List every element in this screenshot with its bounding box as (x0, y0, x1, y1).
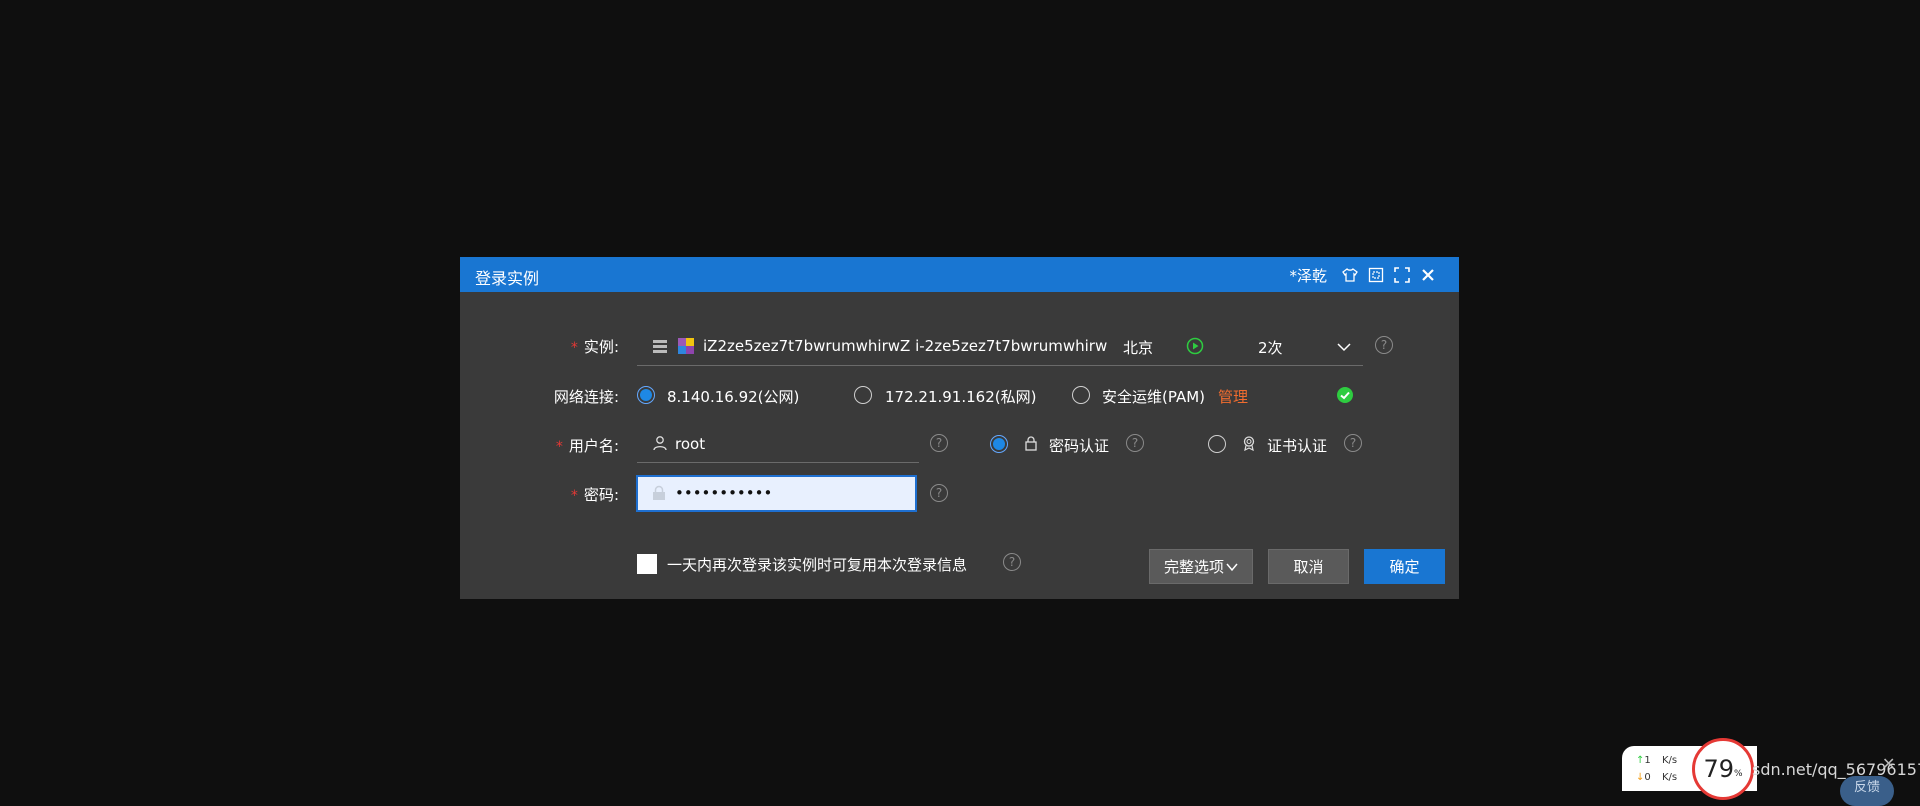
remember-login-label: 一天内再次登录该实例时可复用本次登录信息 (667, 556, 968, 574)
network-private-radio[interactable] (854, 386, 872, 404)
download-speed: ↓0 (1636, 772, 1651, 783)
lock-icon (1023, 435, 1039, 455)
theme-shirt-icon[interactable] (1341, 266, 1359, 284)
close-icon[interactable] (1419, 266, 1437, 284)
auth-cert-label: 证书认证 (1267, 437, 1328, 455)
network-public-label: 8.140.16.92(公网) (667, 388, 800, 406)
certificate-icon (1241, 435, 1257, 455)
instance-select-underline[interactable] (637, 365, 1363, 366)
feedback-button[interactable]: 反馈 (1840, 776, 1894, 806)
password-lock-icon (652, 485, 666, 505)
ok-button[interactable]: 确定 (1364, 549, 1445, 584)
layout-grid-icon[interactable] (1367, 266, 1385, 284)
password-input[interactable]: ••••••••••• (636, 475, 917, 512)
auth-cert-radio[interactable] (1208, 435, 1226, 453)
server-icon (652, 338, 668, 358)
chevron-down-icon (1226, 563, 1238, 571)
login-instance-dialog: 登录实例 *泽乾 * 实例: iZ2ze5zez7t7bwrumwhirwZ i-… (460, 257, 1459, 599)
auth-password-label: 密码认证 (1049, 437, 1110, 455)
username-label: * 用户名: (555, 437, 619, 455)
fullscreen-icon[interactable] (1393, 266, 1411, 284)
user-name-text: *泽乾 (1289, 266, 1327, 285)
instance-region: 北京 (1123, 339, 1154, 357)
username-underline (637, 462, 919, 463)
network-label: 网络连接: (553, 388, 619, 406)
cert-auth-help-icon[interactable]: ? (1344, 434, 1362, 452)
upload-speed-unit: K/s (1662, 755, 1678, 766)
dialog-titlebar[interactable]: 登录实例 *泽乾 (460, 257, 1459, 292)
instance-name: iZ2ze5zez7t7bwrumwhirwZ i-2ze5zez7t7bwru… (703, 337, 1108, 355)
user-icon (652, 435, 668, 455)
cancel-button[interactable]: 取消 (1268, 549, 1349, 584)
widget-close-icon[interactable]: ✕ (1882, 754, 1895, 773)
dialog-title: 登录实例 (475, 269, 540, 288)
titlebar-controls: *泽乾 (1289, 263, 1437, 287)
remember-help-icon[interactable]: ? (1003, 553, 1021, 571)
download-speed-unit: K/s (1662, 772, 1678, 783)
network-public-radio[interactable] (637, 386, 655, 404)
username-input[interactable]: root (675, 435, 705, 453)
upload-speed: ↑1 (1636, 755, 1651, 766)
password-auth-help-icon[interactable]: ? (1126, 434, 1144, 452)
password-label: * 密码: (570, 486, 619, 504)
instance-dropdown-chevron-down-icon[interactable] (1336, 339, 1352, 359)
os-logo-icon (677, 337, 695, 359)
connection-ok-check-icon (1336, 386, 1354, 408)
password-help-icon[interactable]: ? (930, 484, 948, 502)
password-masked-value: ••••••••••• (675, 484, 773, 502)
auth-password-radio[interactable] (990, 435, 1008, 453)
full-options-button[interactable]: 完整选项 (1149, 549, 1253, 584)
running-status-icon (1186, 337, 1204, 359)
login-count: 2次 (1258, 339, 1283, 357)
instance-help-icon[interactable]: ? (1375, 336, 1393, 354)
manage-link[interactable]: 管理 (1218, 386, 1248, 407)
username-help-icon[interactable]: ? (930, 434, 948, 452)
instance-label: * 实例: (570, 338, 619, 356)
remember-login-checkbox[interactable] (637, 554, 657, 574)
network-pam-label: 安全运维(PAM) (1102, 388, 1205, 406)
network-private-label: 172.21.91.162(私网) (885, 388, 1037, 406)
network-pam-radio[interactable] (1072, 386, 1090, 404)
